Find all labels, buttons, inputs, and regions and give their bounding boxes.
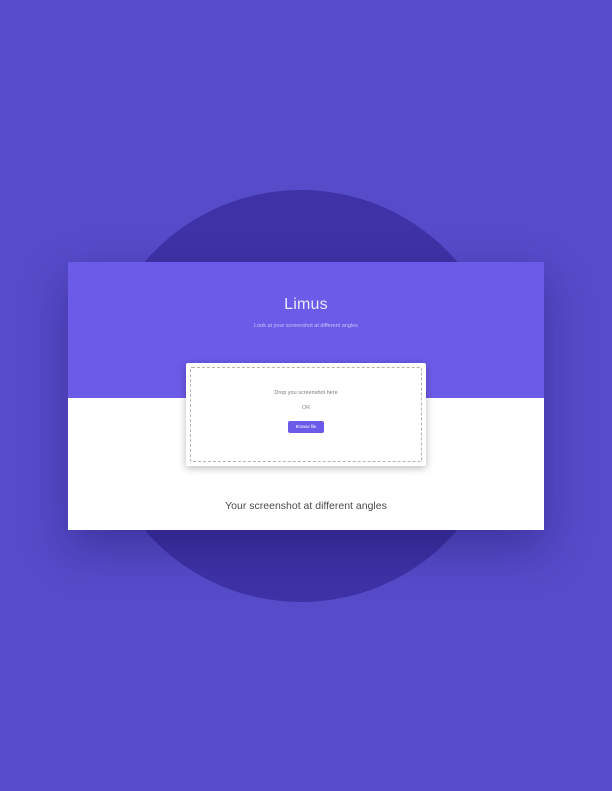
results-heading: Your screenshot at different angles — [225, 500, 387, 512]
upload-card: Drop you screenshot here OR Browse file — [186, 363, 426, 466]
drop-prompt: Drop you screenshot here — [274, 390, 338, 396]
app-window: Limus Look at your screenshot at differe… — [68, 262, 544, 530]
app-subtitle: Look at your screenshot at different ang… — [254, 323, 358, 329]
drop-zone[interactable]: Drop you screenshot here OR Browse file — [190, 367, 422, 462]
page-stage: Limus Look at your screenshot at differe… — [0, 0, 612, 791]
browse-file-button[interactable]: Browse file — [288, 421, 324, 433]
app-title: Limus — [284, 296, 328, 313]
or-separator: OR — [301, 405, 311, 411]
